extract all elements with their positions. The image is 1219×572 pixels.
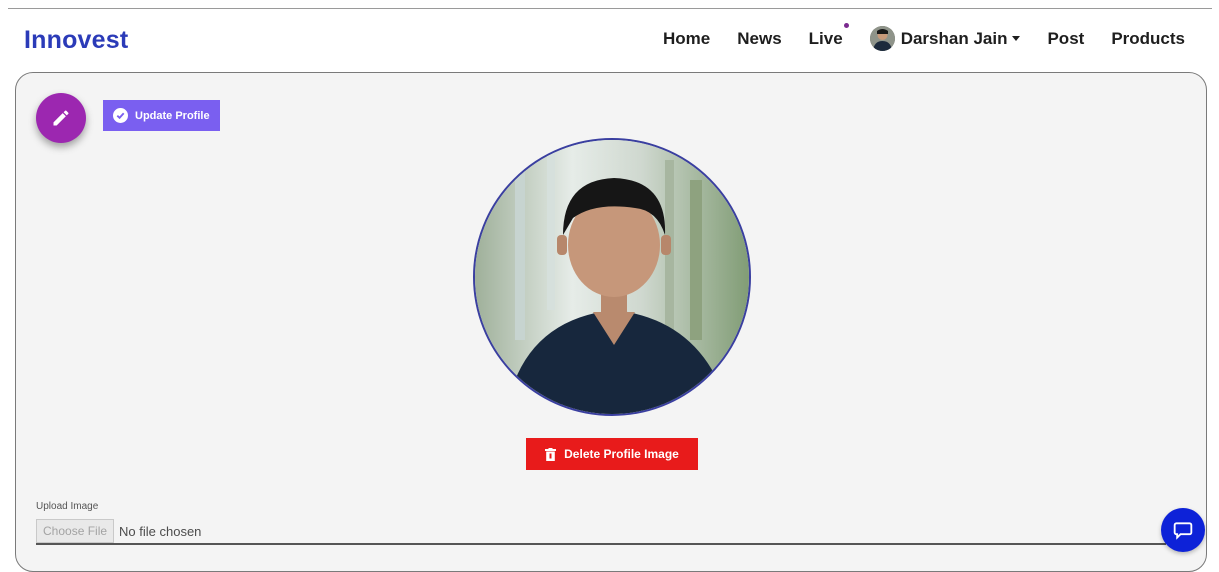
nav-home[interactable]: Home: [663, 29, 710, 49]
file-input[interactable]: Choose File No file chosen: [36, 519, 201, 543]
upload-image-label: Upload Image: [36, 501, 99, 512]
upload-underline: [36, 543, 1166, 545]
choose-file-button[interactable]: Choose File: [36, 519, 115, 543]
pencil-icon: [53, 110, 69, 126]
nav-products[interactable]: Products: [1111, 29, 1185, 49]
nav-live-label: Live: [808, 28, 843, 48]
update-profile-button[interactable]: Update Profile: [103, 100, 220, 131]
edit-profile-button[interactable]: [36, 93, 86, 143]
nav-news[interactable]: News: [737, 29, 781, 49]
nav-user-dropdown[interactable]: Darshan Jain: [869, 26, 1021, 51]
delete-profile-image-label: Delete Profile Image: [564, 447, 679, 461]
live-notification-dot: [843, 22, 849, 28]
nav-post[interactable]: Post: [1047, 29, 1084, 49]
delete-profile-image-button[interactable]: Delete Profile Image: [526, 438, 698, 470]
update-profile-label: Update Profile: [135, 109, 210, 122]
user-name: Darshan Jain: [900, 28, 1008, 48]
file-status: No file chosen: [119, 523, 202, 539]
check-circle-icon: [113, 108, 128, 123]
profile-card: Update Profile Delete Profile Image Uplo…: [15, 72, 1207, 572]
navbar: Innovest Home News Live Darshan Jain Pos…: [0, 14, 1219, 64]
nav-live[interactable]: Live: [808, 22, 849, 49]
chat-icon: [1173, 522, 1193, 540]
caret-down-icon: [1012, 36, 1021, 41]
user-avatar: [869, 26, 895, 51]
trash-icon: [545, 447, 557, 461]
top-divider: [8, 8, 1212, 9]
nav-links: Home News Live Darshan Jain Post Product…: [663, 22, 1185, 51]
profile-image: [473, 138, 751, 416]
brand-logo[interactable]: Innovest: [24, 26, 128, 55]
chat-button[interactable]: [1161, 508, 1205, 552]
